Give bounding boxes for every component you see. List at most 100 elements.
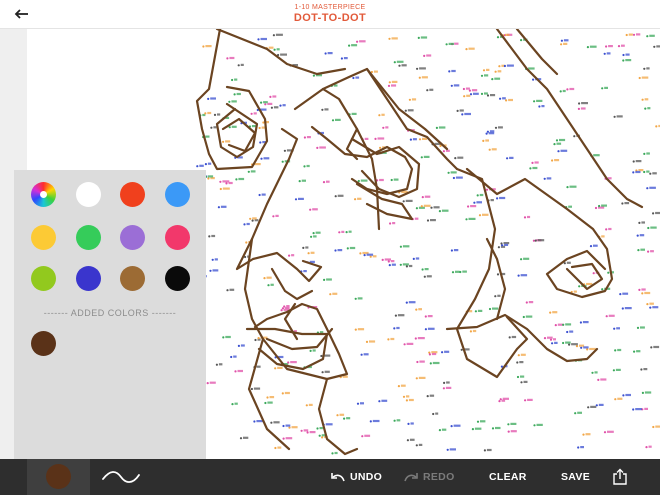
number-dot [264, 401, 267, 405]
dot-number-label [541, 105, 545, 108]
number-dot [331, 452, 334, 455]
brush-stroke-button[interactable] [100, 466, 142, 488]
dot-number-label [231, 125, 237, 128]
dot-number-label [589, 45, 597, 48]
number-dot [399, 263, 402, 266]
number-dot [316, 427, 319, 430]
number-dot [478, 214, 482, 217]
number-dot [270, 421, 273, 424]
number-dot [416, 360, 419, 364]
number-dot [415, 444, 418, 447]
share-button[interactable] [611, 468, 629, 486]
number-dot [532, 78, 535, 81]
dot-number-label [628, 33, 633, 36]
number-dot [414, 337, 417, 340]
number-dot [603, 52, 606, 55]
color-wheel-swatch[interactable] [31, 182, 56, 207]
number-dot [460, 348, 463, 351]
dot-number-label [537, 239, 545, 242]
swatch-green[interactable] [76, 225, 101, 250]
number-dot [267, 284, 270, 287]
undo-button[interactable]: UNDO [330, 459, 382, 495]
dot-number-label [648, 445, 652, 448]
dot-number-label [438, 126, 446, 129]
dot-number-label [433, 206, 440, 209]
redo-button[interactable]: REDO [403, 459, 455, 495]
number-dot [397, 385, 400, 388]
number-dot [476, 194, 479, 197]
swatch-red[interactable] [120, 182, 145, 207]
number-dot [309, 349, 312, 352]
number-dot [533, 100, 536, 103]
dot-number-label [580, 107, 586, 110]
added-color-swatch[interactable] [31, 331, 56, 356]
dot-number-label [486, 448, 492, 452]
swatch-lime[interactable] [31, 266, 56, 291]
dot-number-label [427, 315, 433, 318]
number-dot [381, 258, 384, 261]
dot-number-label [360, 402, 364, 405]
dot-number-label [616, 115, 623, 118]
number-dot [417, 36, 420, 39]
dot-number-label [359, 40, 366, 43]
swatch-black[interactable] [165, 266, 190, 291]
number-dot [641, 292, 644, 295]
number-dot [398, 64, 401, 67]
number-dot [348, 44, 351, 47]
swatch-pink[interactable] [165, 225, 190, 250]
number-dot [213, 113, 217, 116]
number-dot [579, 321, 583, 324]
dot-number-label [393, 178, 399, 181]
number-dot [428, 353, 431, 356]
number-dot [450, 84, 453, 87]
dot-number-label [641, 221, 645, 224]
number-dot [393, 327, 396, 330]
dot-number-label [510, 422, 517, 425]
dot-number-label [379, 178, 384, 182]
number-dot [636, 234, 639, 237]
save-button[interactable]: SAVE [561, 459, 590, 495]
dot-number-label [418, 308, 422, 311]
dot-number-label [351, 112, 357, 115]
number-dot [476, 420, 480, 423]
dot-number-label [261, 126, 265, 129]
dot-number-label [565, 341, 571, 344]
dot-number-label [303, 270, 307, 273]
swatch-blue[interactable] [165, 182, 190, 207]
number-dot [334, 249, 337, 252]
number-dot [474, 310, 477, 313]
swatch-indigo[interactable] [76, 266, 101, 291]
dot-number-label [593, 154, 600, 157]
current-color-button[interactable] [27, 459, 90, 495]
clear-button[interactable]: CLEAR [489, 459, 527, 495]
dot-number-label [495, 426, 501, 430]
number-dot [438, 210, 441, 213]
number-dot [387, 338, 390, 341]
dot-number-label [212, 269, 219, 272]
dot-number-label [363, 353, 369, 356]
swatch-white[interactable] [76, 182, 101, 207]
dot-number-label [268, 46, 274, 49]
number-dot [575, 345, 579, 348]
dot-number-label [406, 342, 414, 345]
dot-number-label [585, 433, 591, 436]
dot-number-label [472, 329, 477, 333]
number-dot [520, 39, 523, 42]
dot-number-label [432, 361, 440, 365]
number-dot [555, 139, 559, 142]
swatch-brown[interactable] [120, 266, 145, 291]
swatch-purple[interactable] [120, 225, 145, 250]
dot-number-label [430, 219, 436, 222]
number-dot [574, 412, 577, 415]
dot-number-label [335, 118, 341, 121]
dot-number-label [273, 106, 279, 109]
dot-number-label [492, 307, 499, 310]
dot-number-label [390, 260, 395, 263]
number-dot [614, 349, 617, 352]
number-dot [566, 88, 569, 91]
number-dot [302, 246, 305, 249]
dot-number-label [528, 301, 534, 304]
dot-number-label [546, 177, 552, 180]
swatch-yellow[interactable] [31, 225, 56, 250]
number-dot [614, 398, 617, 401]
